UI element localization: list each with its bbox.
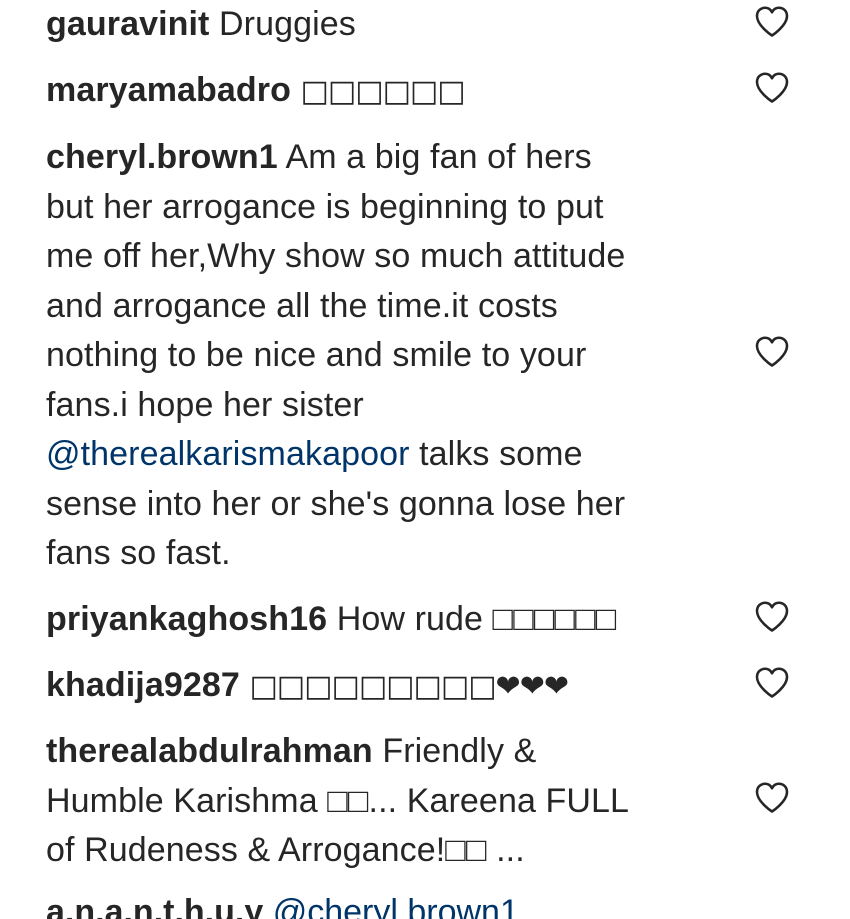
comment-line: therealabdulrahman Friendly & [46,727,726,777]
comment-body: Druggies [219,5,356,43]
comment-text: khadija9287 □□□□□□□□□❤❤❤ [46,661,726,712]
comment-username[interactable]: gauravinit [46,5,209,43]
comment-text: gauravinit Druggies [46,0,726,50]
comment-line: @therealkarismakapoor talks some [46,430,726,480]
comment-item: maryamabadro □□□□□□ [46,66,756,117]
comment-text: therealabdulrahman Friendly & Humble Kar… [46,727,726,876]
like-heart-icon[interactable] [752,665,792,701]
heart-outline-icon [755,782,789,813]
comment-line: priyankaghosh16 How rude □□□□□□ [46,595,726,645]
comment-body: talks some [419,435,583,473]
comment-body: Am a big fan of hers [285,138,592,176]
like-heart-icon[interactable] [752,70,792,106]
comment-username[interactable]: maryamabadro [46,71,291,109]
comment-line: sense into her or she's gonna lose her [46,484,626,523]
heart-outline-icon [755,72,789,103]
like-heart-icon[interactable] [752,599,792,635]
comment-text: maryamabadro □□□□□□ [46,66,726,117]
comment-line: maryamabadro □□□□□□ [46,66,726,117]
comment-username[interactable]: a.n.a.n.t.h.u.y [46,893,263,919]
comment-line: but her arrogance is beginning to put [46,187,604,226]
heart-outline-icon [755,336,789,367]
comment-line: fans so fast. [46,534,231,572]
comment-body: □□□□□□ [300,74,466,109]
heart-outline-icon [755,667,789,698]
comment-username[interactable]: therealabdulrahman [46,732,373,770]
comment-username[interactable]: khadija9287 [46,666,240,704]
comment-body: How rude □□□□□□ [336,600,617,638]
comment-line: fans.i hope her sister [46,385,364,424]
comment-text: priyankaghosh16 How rude □□□□□□ [46,595,726,645]
comment-item: a.n.a.n.t.h.u.y @cheryl.brown1 [46,888,519,919]
comment-body: Friendly & [382,732,537,770]
like-heart-icon[interactable] [752,334,792,370]
comment-item: khadija9287 □□□□□□□□□❤❤❤ [46,661,756,712]
comment-username[interactable]: priyankaghosh16 [46,600,327,638]
comment-line: and arrogance all the time.it costs [46,286,558,325]
comment-line: khadija9287 □□□□□□□□□❤❤❤ [46,661,726,712]
comment-item: cheryl.brown1 Am a big fan of hers but h… [46,133,756,579]
comment-list: gauravinit Druggies maryamabadro □□□□□□ … [0,0,850,919]
like-heart-icon[interactable] [752,4,792,40]
mention-link[interactable]: @cheryl.brown1 [273,893,519,919]
mention-link[interactable]: @therealkarismakapoor [46,435,410,473]
comment-item: gauravinit Druggies [46,0,756,50]
comment-line: nothing to be nice and smile to your [46,336,587,374]
comment-text: cheryl.brown1 Am a big fan of hers but h… [46,133,726,579]
heart-outline-icon [755,601,789,632]
comment-item: priyankaghosh16 How rude □□□□□□ [46,595,756,645]
comment-line: cheryl.brown1 Am a big fan of hers [46,133,726,183]
like-heart-icon[interactable] [752,780,792,816]
comment-item: therealabdulrahman Friendly & Humble Kar… [46,727,756,876]
comment-line: Humble Karishma □□... Kareena FULL [46,781,630,820]
heart-outline-icon [755,6,789,37]
comment-line: gauravinit Druggies [46,0,726,50]
comment-username[interactable]: cheryl.brown1 [46,138,278,176]
comment-line: of Rudeness & Arrogance!□□ ... [46,831,525,869]
comment-body: □□□□□□□□□❤❤❤ [249,669,569,704]
comment-line: me off her,Why show so much attitude [46,237,626,275]
